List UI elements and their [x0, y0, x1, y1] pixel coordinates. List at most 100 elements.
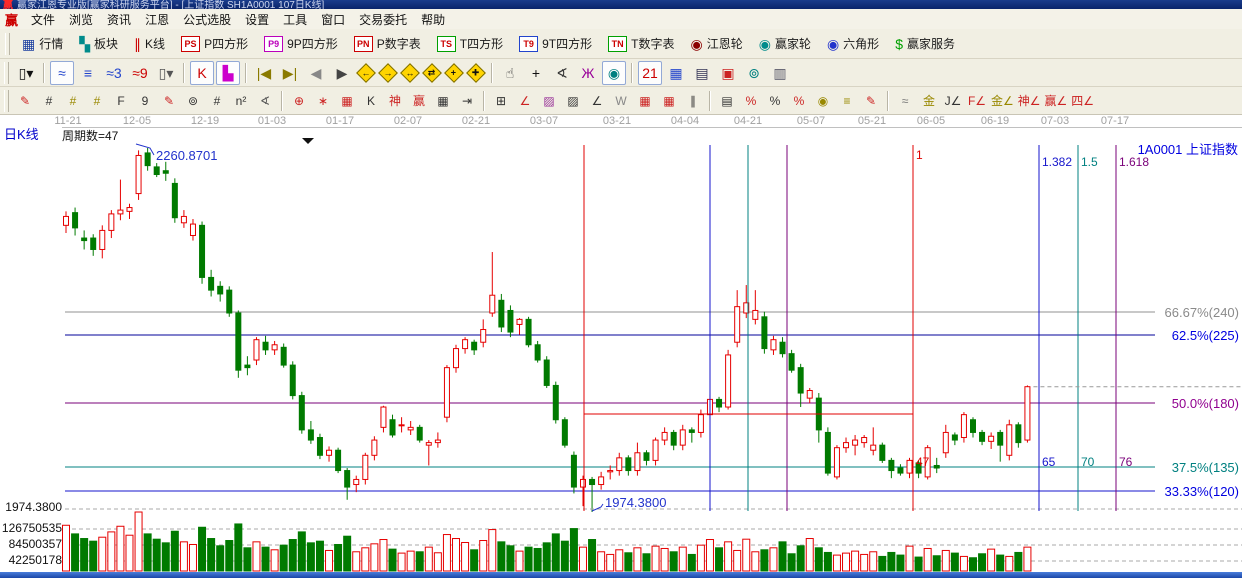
dark-net-icon[interactable]: ▦ [432, 90, 454, 112]
toolbar-grip[interactable] [4, 90, 9, 112]
ying-angle-icon[interactable]: 赢∠ [1044, 90, 1069, 112]
hexagon-button[interactable]: ◉六角形 [819, 31, 887, 56]
nine-t-square-button[interactable]: T99T四方形 [511, 31, 600, 56]
ribbon-tool-icon[interactable]: Ж [576, 61, 600, 85]
calendar-icon[interactable]: 21 [638, 61, 662, 85]
red-percent-icon[interactable]: % [740, 90, 762, 112]
info-list-icon[interactable]: ≡ [76, 61, 100, 85]
f-grid-icon[interactable]: F [110, 90, 132, 112]
dark-fan-icon[interactable]: ▨ [562, 90, 584, 112]
gold-grid2-icon[interactable]: # [86, 90, 108, 112]
app-logo-icon: 赢 [3, 0, 13, 9]
wave-av-icon[interactable]: ≈ [894, 90, 916, 112]
menu-item-4[interactable]: 江恩 [138, 9, 176, 30]
shen-angle-icon[interactable]: 神∠ [1017, 90, 1042, 112]
circle-cross-icon[interactable]: ⊕ [288, 90, 310, 112]
si-angle-icon[interactable]: 四∠ [1070, 90, 1095, 112]
ray-lines-icon[interactable]: ∠ [586, 90, 608, 112]
span-arrows-icon[interactable]: ⇥ [456, 90, 478, 112]
p-number-table-button[interactable]: PNP数字表 [346, 31, 429, 56]
k-marks-icon[interactable]: K [360, 90, 382, 112]
menu-item-9[interactable]: 交易委托 [352, 9, 414, 30]
compass-icon[interactable]: ⊚ [182, 90, 204, 112]
menu-item-8[interactable]: 窗口 [314, 9, 352, 30]
purple-fan-icon[interactable]: ▨ [538, 90, 560, 112]
sectors-button[interactable]: ▚板块 [71, 31, 126, 56]
compress-horizontal-icon[interactable]: ⇄ [422, 63, 442, 83]
quotes-button[interactable]: ▦行情 [14, 31, 71, 56]
protractor-icon[interactable]: ∢ [254, 90, 276, 112]
percent-line-icon[interactable]: % [788, 90, 810, 112]
period-selector[interactable]: ▯▾ [14, 61, 38, 85]
red-grid2-icon[interactable]: ▦ [658, 90, 680, 112]
chart-area[interactable]: 11-2112-0512-1901-0301-1702-0702-2103-07… [0, 115, 1242, 572]
print-icon[interactable]: ▥ [768, 61, 792, 85]
arrow-pencil-icon[interactable]: ✎ [860, 90, 882, 112]
brain-map-icon[interactable]: ◉ [602, 61, 626, 85]
menu-item-1[interactable]: 文件 [24, 9, 62, 30]
calculator-icon[interactable]: ▦ [664, 61, 688, 85]
red-pencil-icon[interactable]: ✎ [14, 90, 36, 112]
gold-grid-icon[interactable]: # [62, 90, 84, 112]
menu-item-6[interactable]: 设置 [238, 9, 276, 30]
ying-grid-icon[interactable]: 赢 [408, 90, 430, 112]
f-angle-icon[interactable]: F∠ [966, 90, 988, 112]
gold-box-icon[interactable]: 金 [918, 90, 940, 112]
slant-lines-icon[interactable]: ∥ [682, 90, 704, 112]
grid-ruler-icon[interactable]: # [38, 90, 60, 112]
nine-grid-icon[interactable]: 9 [134, 90, 156, 112]
wave3-icon[interactable]: ≈3 [102, 61, 126, 85]
gold-angle-icon[interactable]: 金∠ [990, 90, 1015, 112]
fit-all-icon[interactable]: ✚ [466, 63, 486, 83]
red-marker-icon[interactable]: ✎ [158, 90, 180, 112]
last-page-icon[interactable]: ▶| [278, 61, 302, 85]
angle-measure-icon[interactable]: ∢ [550, 61, 574, 85]
scroll-right-icon[interactable]: → [378, 63, 398, 83]
gold-circle-icon[interactable]: ◉ [812, 90, 834, 112]
zigzag-icon[interactable]: W [610, 90, 632, 112]
gann-wheel-button[interactable]: ◉江恩轮 [682, 31, 750, 56]
expand-all-icon[interactable]: + [444, 63, 464, 83]
menu-item-10[interactable]: 帮助 [414, 9, 452, 30]
wave9-icon[interactable]: ≈9 [128, 61, 152, 85]
gold-levels-icon[interactable]: ≡ [836, 90, 858, 112]
t-square-button[interactable]: TST四方形 [429, 31, 511, 56]
tick-chart-icon[interactable]: ▙ [216, 61, 240, 85]
j-angle-icon[interactable]: J∠ [942, 90, 964, 112]
n-square-icon[interactable]: n² [230, 90, 252, 112]
first-page-icon[interactable]: |◀ [252, 61, 276, 85]
crosshair-tool-icon[interactable]: + [524, 61, 548, 85]
expand-horizontal-icon[interactable]: ↔ [400, 63, 420, 83]
menu-item-3[interactable]: 资讯 [100, 9, 138, 30]
shen-grid-icon[interactable]: 神 [384, 90, 406, 112]
p-square-button[interactable]: PSP四方形 [173, 31, 256, 56]
next-page-icon[interactable]: ▶ [330, 61, 354, 85]
box-tool-icon[interactable]: ⊞ [490, 90, 512, 112]
menu-item-7[interactable]: 工具 [276, 9, 314, 30]
red-grid-icon[interactable]: ▦ [634, 90, 656, 112]
notepad-icon[interactable]: ▤ [690, 61, 714, 85]
star-tool-icon[interactable]: ∗ [312, 90, 334, 112]
scroll-left-icon[interactable]: ← [356, 63, 376, 83]
percent-table-icon[interactable]: ▤ [716, 90, 738, 112]
kline-button[interactable]: ∥K线 [126, 31, 173, 56]
red-net-icon[interactable]: ▦ [336, 90, 358, 112]
candle-style-selector[interactable]: ▯▾ [154, 61, 178, 85]
prev-page-icon[interactable]: ◀ [304, 61, 328, 85]
red-kline-icon[interactable]: K [190, 61, 214, 85]
toolbar-grip[interactable] [5, 33, 10, 55]
percent-icon[interactable]: % [764, 90, 786, 112]
menu-item-2[interactable]: 浏览 [62, 9, 100, 30]
toolbar-grip[interactable] [4, 62, 9, 84]
black-grid-icon[interactable]: # [206, 90, 228, 112]
web-sync-icon[interactable]: ⊚ [742, 61, 766, 85]
red-fan-icon[interactable]: ∠ [514, 90, 536, 112]
wave-chart-icon[interactable]: ≈ [50, 61, 74, 85]
hand-tool-icon[interactable]: ☝ [498, 61, 522, 85]
t-number-table-button[interactable]: TNT数字表 [600, 31, 682, 56]
save-icon[interactable]: ▣ [716, 61, 740, 85]
winner-wheel-button[interactable]: ◉赢家轮 [751, 31, 819, 56]
menu-item-5[interactable]: 公式选股 [176, 9, 238, 30]
nine-p-square-button[interactable]: P99P四方形 [256, 31, 346, 56]
winner-service-button[interactable]: $赢家服务 [887, 31, 963, 56]
